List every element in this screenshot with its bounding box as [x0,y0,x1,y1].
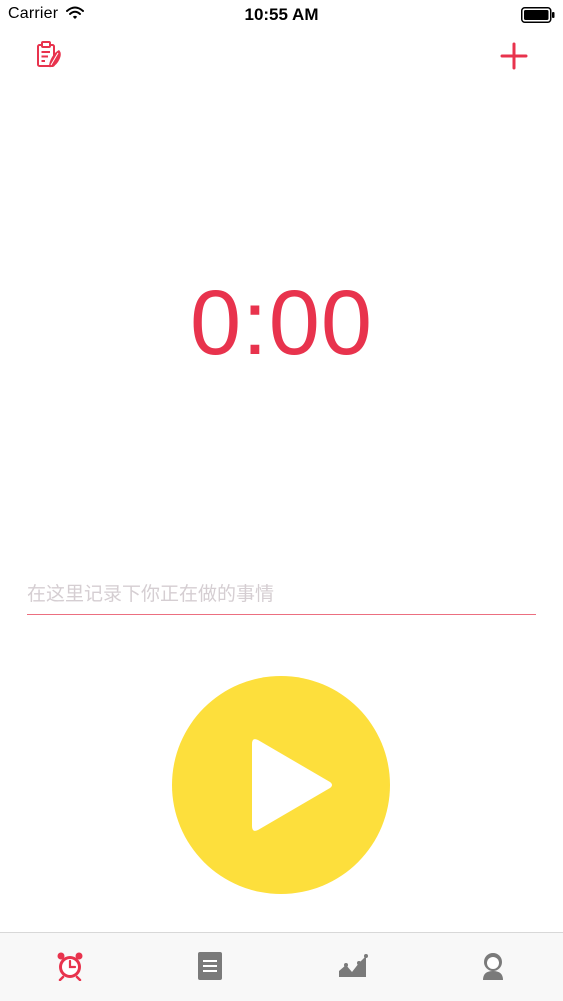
tab-bar [0,932,563,1001]
battery-icon [521,7,555,28]
play-button[interactable] [172,676,390,894]
add-button[interactable] [496,38,532,74]
status-bar: Carrier 10:55 AM [0,0,563,30]
clipboard-edit-icon [32,41,64,76]
notes-button[interactable] [32,40,64,72]
play-icon [250,736,336,839]
tab-records[interactable] [170,933,250,1001]
status-time: 10:55 AM [244,5,319,24]
timer-display: 0:00 [189,272,374,374]
tab-timer[interactable] [30,933,110,1001]
plus-icon [496,42,532,78]
tab-profile[interactable] [453,933,533,1001]
task-input[interactable] [27,574,536,615]
tab-statistics[interactable] [312,933,392,1001]
